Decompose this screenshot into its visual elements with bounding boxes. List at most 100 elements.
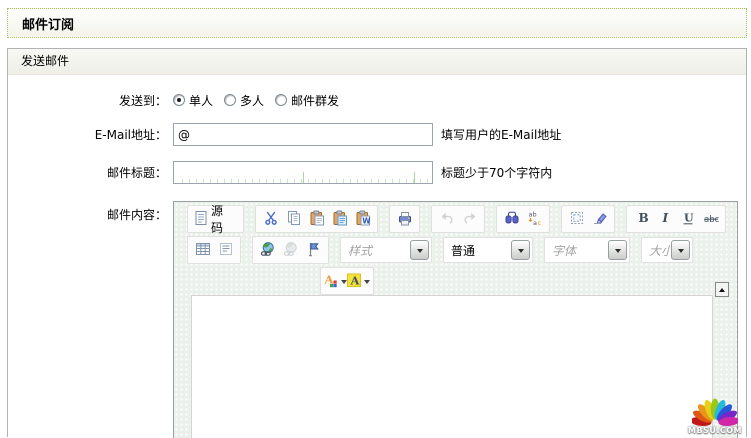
toolbar-group: BI Uabc	[626, 205, 726, 233]
format-combo-label: 普通	[446, 242, 480, 259]
svg-text:A: A	[350, 273, 361, 287]
radio-option-label: 单人	[189, 92, 213, 109]
replace-button[interactable]: abac	[523, 208, 546, 231]
paste-button[interactable]	[305, 208, 328, 231]
cut-icon	[263, 210, 279, 229]
cut-button[interactable]	[259, 208, 282, 231]
find-icon	[504, 210, 520, 229]
toolbar-group: AA	[320, 267, 374, 295]
source-button-label: 源码	[209, 202, 238, 236]
toolbar-collapse-button[interactable]	[715, 282, 729, 297]
style-combo-arrow-button[interactable]	[410, 240, 429, 260]
svg-text:ab: ab	[528, 210, 536, 218]
table-icon	[195, 241, 211, 260]
source-button[interactable]: 源码	[191, 208, 240, 231]
toolbar-group: 源码	[187, 205, 244, 233]
find-button[interactable]	[500, 208, 523, 231]
svg-text:I: I	[661, 211, 668, 225]
send-to-radio-group: 单人 多人 邮件群发	[173, 92, 350, 109]
radio-icon[interactable]	[275, 94, 287, 106]
link-button[interactable]	[256, 239, 279, 262]
paste-text-button[interactable]	[328, 208, 351, 231]
editor-toolbar: 源码 Wabac BI Uabc 样式 普通 字体 大小 AA	[174, 202, 737, 295]
svg-text:U: U	[684, 211, 694, 224]
section-title: 发送邮件	[21, 54, 69, 68]
radio-option-mass[interactable]: 邮件群发	[275, 92, 339, 109]
form-panel: 发送邮件 发送到： 单人 多人 邮件群发 E-Mail地址：	[7, 48, 747, 437]
svg-text:B: B	[638, 211, 648, 225]
radio-option-label: 邮件群发	[291, 92, 339, 109]
text-color-icon: A	[323, 272, 339, 291]
paste-word-button[interactable]: W	[351, 208, 374, 231]
radio-icon[interactable]	[224, 94, 236, 106]
radio-option-single[interactable]: 单人	[173, 92, 213, 109]
page-title-bar: 邮件订阅	[7, 8, 747, 38]
toolbar-group: W	[255, 205, 378, 233]
replace-icon: abac	[527, 210, 543, 229]
underline-button[interactable]: U	[676, 208, 699, 231]
remove-format-icon	[592, 210, 608, 229]
editor-left-gutter	[174, 295, 191, 438]
unlink-icon	[283, 241, 299, 260]
subject-hint: 标题少于70个字符内	[441, 164, 552, 181]
radio-icon[interactable]	[173, 94, 185, 106]
format-combo-arrow-button[interactable]	[511, 240, 530, 260]
content-label: 邮件内容：	[8, 201, 167, 223]
strikethrough-icon: abc	[703, 210, 719, 229]
style-combo[interactable]: 样式	[340, 237, 432, 263]
unlink-button[interactable]	[279, 239, 302, 262]
toolbar-row: 样式 普通 字体 大小	[174, 233, 737, 264]
subject-row: 邮件标题： 标题少于70个字符内	[8, 161, 746, 184]
email-input[interactable]	[173, 123, 433, 146]
remove-format-button[interactable]	[588, 208, 611, 231]
text-color-button[interactable]: A	[324, 270, 347, 293]
send-mail-form: 发送到： 单人 多人 邮件群发 E-Mail地址： 填写	[8, 75, 746, 438]
print-button[interactable]	[393, 208, 416, 231]
svg-text:c: c	[537, 219, 541, 226]
toolbar-group	[187, 236, 241, 264]
toolbar-group: abac	[496, 205, 550, 233]
font-combo-arrow-button[interactable]	[608, 240, 627, 260]
style-combo-label: 样式	[343, 242, 377, 259]
copy-icon	[286, 210, 302, 229]
copy-button[interactable]	[282, 208, 305, 231]
size-combo-arrow-button[interactable]	[671, 240, 690, 260]
table-button[interactable]	[191, 239, 214, 262]
italic-button[interactable]: I	[653, 208, 676, 231]
editor-content-area[interactable]	[191, 295, 713, 438]
redo-button[interactable]	[458, 208, 481, 231]
undo-button[interactable]	[435, 208, 458, 231]
strikethrough-button[interactable]: abc	[699, 208, 722, 231]
bold-icon: B	[634, 210, 650, 229]
source-icon	[193, 210, 209, 229]
paste-text-icon	[332, 210, 348, 229]
anchor-icon	[306, 241, 322, 260]
chevron-down-icon	[518, 249, 524, 256]
size-combo[interactable]: 大小	[641, 237, 693, 263]
content-row: 邮件内容： 源码 Wabac BI Uabc 样式 普通 字体 大小 AA	[8, 201, 746, 438]
anchor-button[interactable]	[302, 239, 325, 262]
svg-text:abc: abc	[704, 215, 719, 225]
font-combo-label: 字体	[547, 242, 581, 259]
email-label: E-Mail地址：	[8, 126, 167, 143]
toolbar-row: AA	[174, 264, 737, 295]
bold-button[interactable]: B	[630, 208, 653, 231]
dropdown-caret-icon	[364, 280, 370, 287]
page-title: 邮件订阅	[22, 14, 74, 33]
subject-input[interactable]	[173, 161, 433, 184]
radio-option-multiple[interactable]: 多人	[224, 92, 264, 109]
chevron-down-icon	[417, 249, 423, 256]
paste-word-icon: W	[355, 210, 371, 229]
select-all-button[interactable]	[565, 208, 588, 231]
chevron-down-icon	[678, 249, 684, 256]
subject-label: 邮件标题：	[8, 164, 167, 181]
send-to-row: 发送到： 单人 多人 邮件群发	[8, 92, 746, 108]
format-combo[interactable]: 普通	[443, 237, 533, 263]
redo-icon	[462, 210, 478, 229]
highlight-color-button[interactable]: A	[347, 270, 370, 293]
font-combo[interactable]: 字体	[544, 237, 630, 263]
paste-icon	[309, 210, 325, 229]
link-icon	[260, 241, 276, 260]
show-blocks-button[interactable]	[214, 239, 237, 262]
toolbar-group	[561, 205, 615, 233]
